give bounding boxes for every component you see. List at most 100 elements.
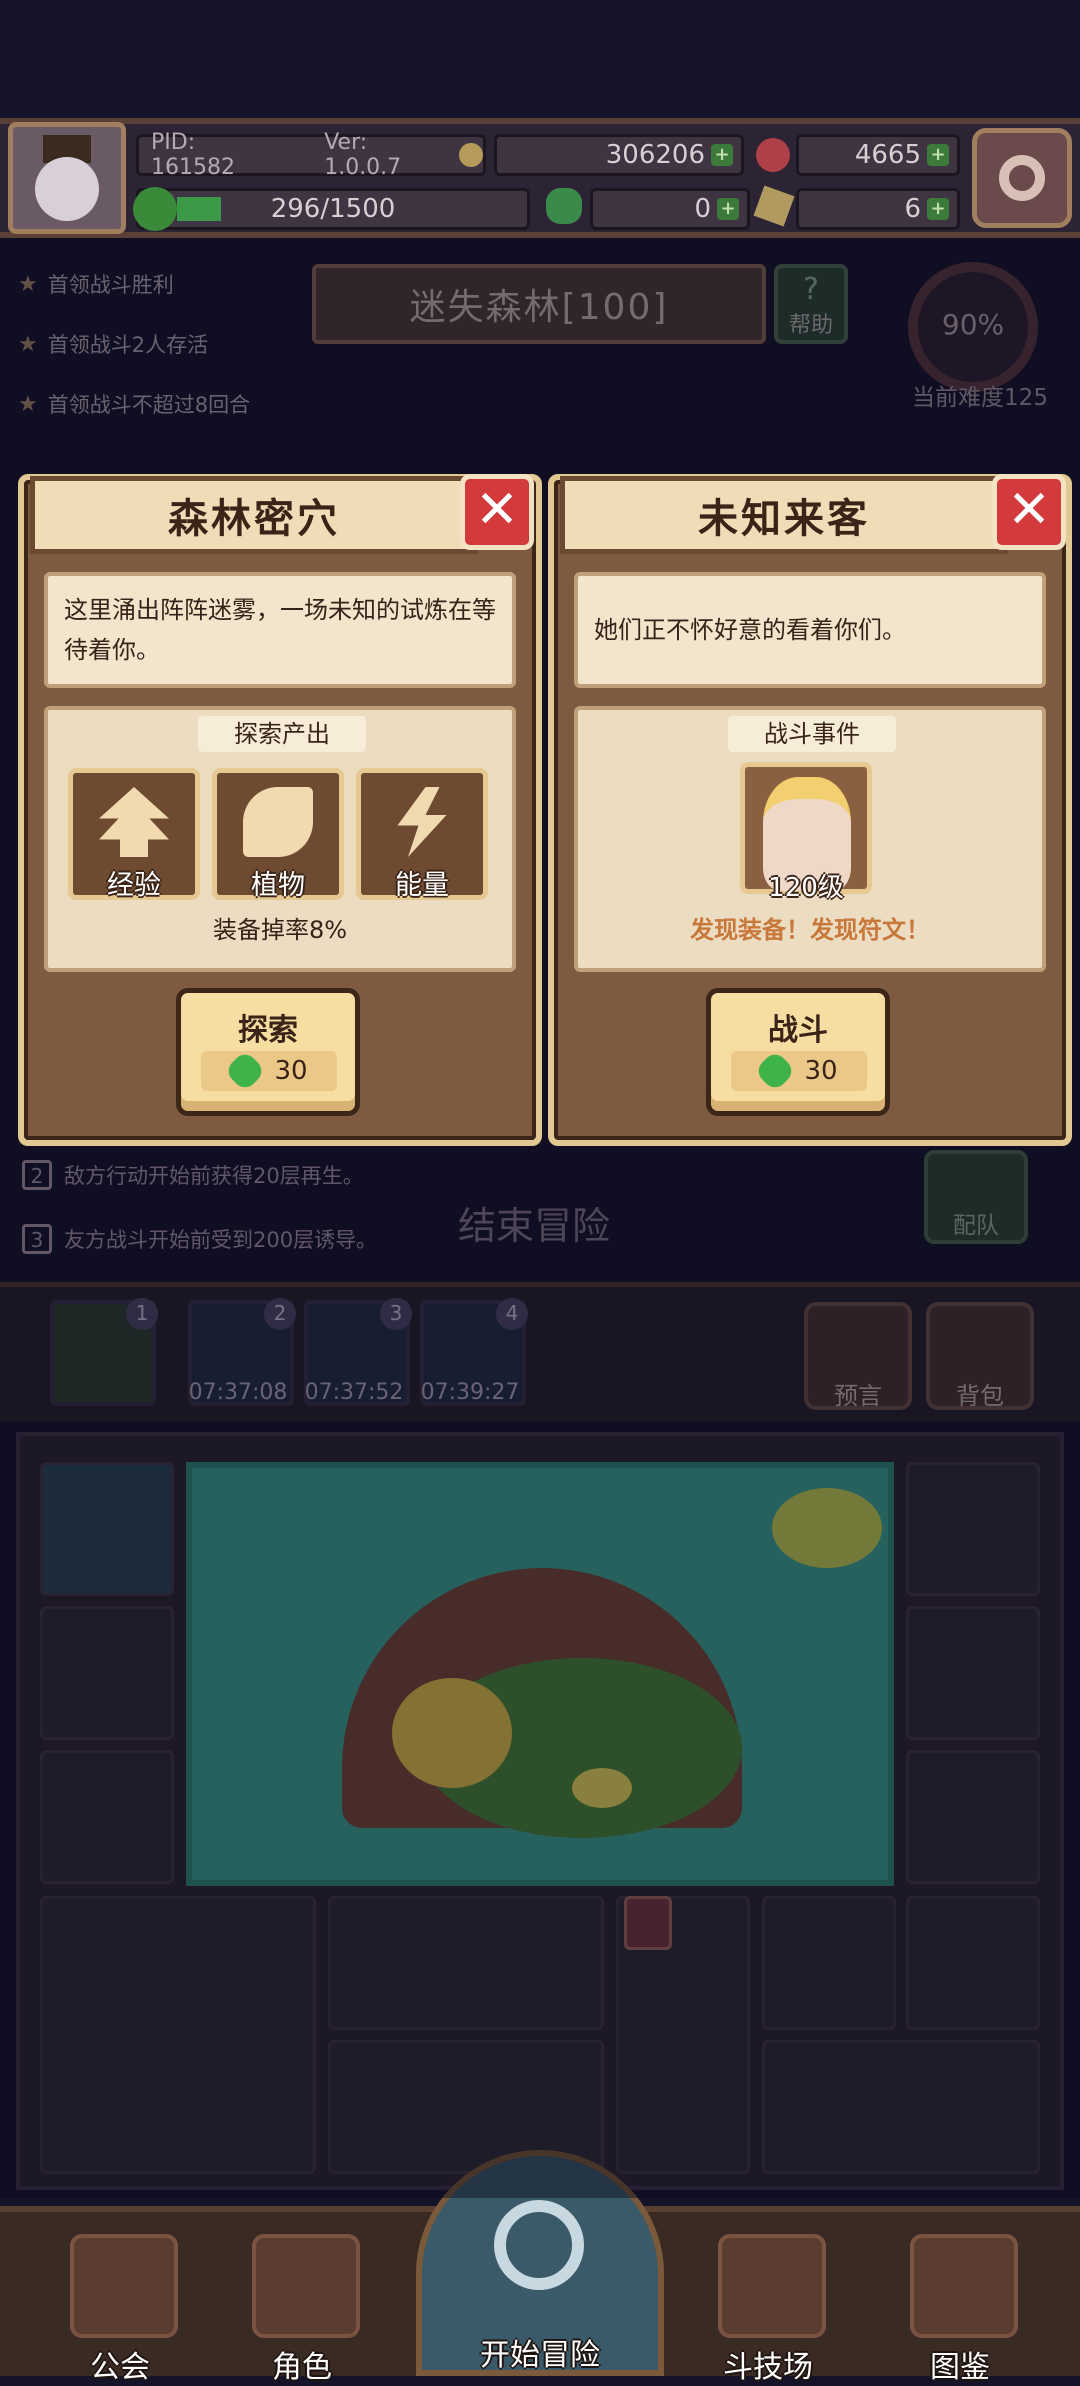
enemy-level: 120级 — [768, 873, 844, 903]
clover-value: 0 — [694, 194, 711, 224]
difficulty-percent: 90% — [941, 308, 1005, 341]
map-cell[interactable] — [906, 1606, 1040, 1740]
map-cell[interactable] — [328, 1896, 604, 2030]
pid-version-box: PID: 161582 Ver: 1.0.0.7 — [136, 130, 486, 180]
close-button[interactable]: ✕ — [460, 474, 534, 550]
settings-button[interactable] — [972, 128, 1072, 228]
find-text: 发现装备！发现符文！ — [690, 916, 930, 944]
map-cell[interactable] — [40, 1896, 316, 2174]
quest-item: ★ 首领战斗胜利 — [18, 260, 174, 308]
rule-item: 3 友方战斗开始前受到200层诱导。 — [22, 1214, 377, 1264]
cost-box: 30 — [201, 1049, 337, 1093]
swords-icon — [718, 2234, 826, 2338]
map-cell[interactable] — [906, 1750, 1040, 1884]
map-cell[interactable] — [906, 1896, 1040, 2030]
version-text: Ver: 1.0.0.7 — [324, 130, 402, 180]
map-cell[interactable] — [40, 1462, 174, 1596]
end-adventure-button[interactable]: 结束冒险 — [458, 1195, 610, 1250]
gem-box[interactable]: 4665 + — [796, 134, 960, 176]
gold-value: 306206 — [605, 140, 705, 170]
pid-text: PID: 161582 — [151, 130, 235, 180]
help-button[interactable]: ? 帮助 — [774, 264, 848, 344]
cost-box: 30 — [731, 1049, 867, 1093]
slot-timer: 07:39:27 — [420, 1380, 520, 1405]
reward-plant[interactable]: 植物 — [212, 768, 344, 901]
gem-value: 4665 — [854, 140, 921, 170]
card-description: 这里涌出阵阵迷雾，一场未知的试炼在等待着你。 — [44, 572, 516, 688]
drop-rate: 装备掉率8% — [212, 916, 348, 944]
quest-item: ★ 首领战斗2人存活 — [18, 320, 208, 368]
map-cell[interactable] — [906, 1462, 1040, 1596]
map-cell[interactable] — [40, 1606, 174, 1740]
nav-codex[interactable]: 图鉴 — [886, 2212, 1034, 2385]
close-button[interactable]: ✕ — [992, 474, 1066, 550]
nav-character[interactable]: 角色 — [228, 2212, 376, 2385]
map-cell[interactable] — [762, 1896, 896, 2030]
reward-energy[interactable]: 能量 — [356, 768, 488, 901]
event-card-forest-cave: 森林密穴 ✕ 这里涌出阵阵迷雾，一场未知的试炼在等待着你。 探索产出 经验 植物… — [18, 474, 542, 1146]
adventure-slot-1[interactable]: 1 — [50, 1298, 158, 1406]
button-label: 探索 — [238, 1013, 298, 1048]
slot-number: 1 — [126, 1298, 158, 1330]
yellow-plant — [392, 1678, 512, 1788]
reward-exp[interactable]: 经验 — [68, 768, 200, 901]
coin-icon — [459, 143, 483, 167]
star-icon: ★ — [18, 271, 38, 297]
clover-box[interactable]: 0 + — [590, 188, 750, 230]
gear-icon — [999, 155, 1045, 201]
guild-icon — [70, 2234, 178, 2338]
team-button[interactable]: 配队 — [924, 1150, 1028, 1244]
nav-label: 开始冒险 — [480, 2338, 600, 2373]
battle-button[interactable]: 战斗 30 — [706, 988, 890, 1116]
forest-cave-scene[interactable] — [186, 1462, 894, 1886]
slot-strip — [0, 1282, 1080, 1422]
gold-box[interactable]: 306206 + — [494, 134, 744, 176]
ruby-icon — [756, 138, 790, 172]
difficulty-label: 当前难度125 — [912, 385, 1048, 411]
stamina-icon — [133, 187, 177, 231]
explore-button[interactable]: 探索 30 — [176, 988, 360, 1116]
rule-item: 2 敌方行动开始前获得20层再生。 — [22, 1150, 364, 1200]
add-key-icon[interactable]: + — [927, 198, 949, 220]
key-box[interactable]: 6 + — [796, 188, 960, 230]
nav-arena[interactable]: 斗技场 — [694, 2212, 842, 2385]
add-gem-icon[interactable]: + — [927, 144, 949, 166]
slot-number: 3 — [380, 1298, 412, 1330]
quest-label: 首领战斗胜利 — [47, 273, 174, 297]
lock-icon — [624, 1896, 672, 1950]
section-title: 探索产出 — [198, 716, 366, 752]
stamina-value: 296/1500 — [270, 194, 396, 224]
key-value: 6 — [904, 194, 921, 224]
map-cell[interactable] — [762, 2040, 1040, 2174]
button-label: 战斗 — [768, 1013, 828, 1048]
event-card-unknown-visitor: 未知来客 ✕ 她们正不怀好意的看着你们。 战斗事件 120级 发现装备！发现符文… — [548, 474, 1072, 1146]
card-title: 未知来客 — [560, 476, 1008, 554]
glow-light — [572, 1768, 632, 1808]
explore-output-section: 探索产出 经验 植物 能量 装备掉率8% — [44, 706, 516, 972]
lightning-icon — [397, 787, 447, 857]
add-gold-icon[interactable]: + — [711, 144, 733, 166]
star-icon: ★ — [18, 391, 38, 417]
nav-label: 图鉴 — [930, 2350, 990, 2385]
enemy-portrait[interactable]: 120级 — [740, 762, 872, 903]
slot-timer: 07:37:08 — [188, 1380, 288, 1405]
prophecy-button[interactable]: 预言 — [804, 1302, 912, 1410]
difficulty-ring[interactable]: 90% — [908, 262, 1038, 392]
rule-text: 友方战斗开始前受到200层诱导。 — [64, 1228, 378, 1252]
battle-event-section: 战斗事件 120级 发现装备！发现符文！ — [574, 706, 1046, 972]
rule-number: 3 — [22, 1224, 52, 1254]
add-clover-icon[interactable]: + — [717, 198, 739, 220]
slot-number: 2 — [264, 1298, 296, 1330]
cost-value: 30 — [804, 1056, 838, 1086]
magnifier-icon — [494, 2200, 584, 2290]
nav-label: 公会 — [90, 2350, 150, 2385]
backpack-button[interactable]: 背包 — [926, 1302, 1034, 1410]
close-icon: ✕ — [1007, 480, 1051, 540]
map-cell[interactable] — [40, 1750, 174, 1884]
slot-timer: 07:37:52 — [304, 1380, 404, 1405]
quest-label: 首领战斗2人存活 — [47, 333, 209, 357]
rule-text: 敌方行动开始前获得20层再生。 — [64, 1164, 364, 1188]
player-avatar[interactable] — [8, 122, 126, 234]
small-tree — [772, 1488, 882, 1568]
nav-guild[interactable]: 公会 — [46, 2212, 194, 2385]
